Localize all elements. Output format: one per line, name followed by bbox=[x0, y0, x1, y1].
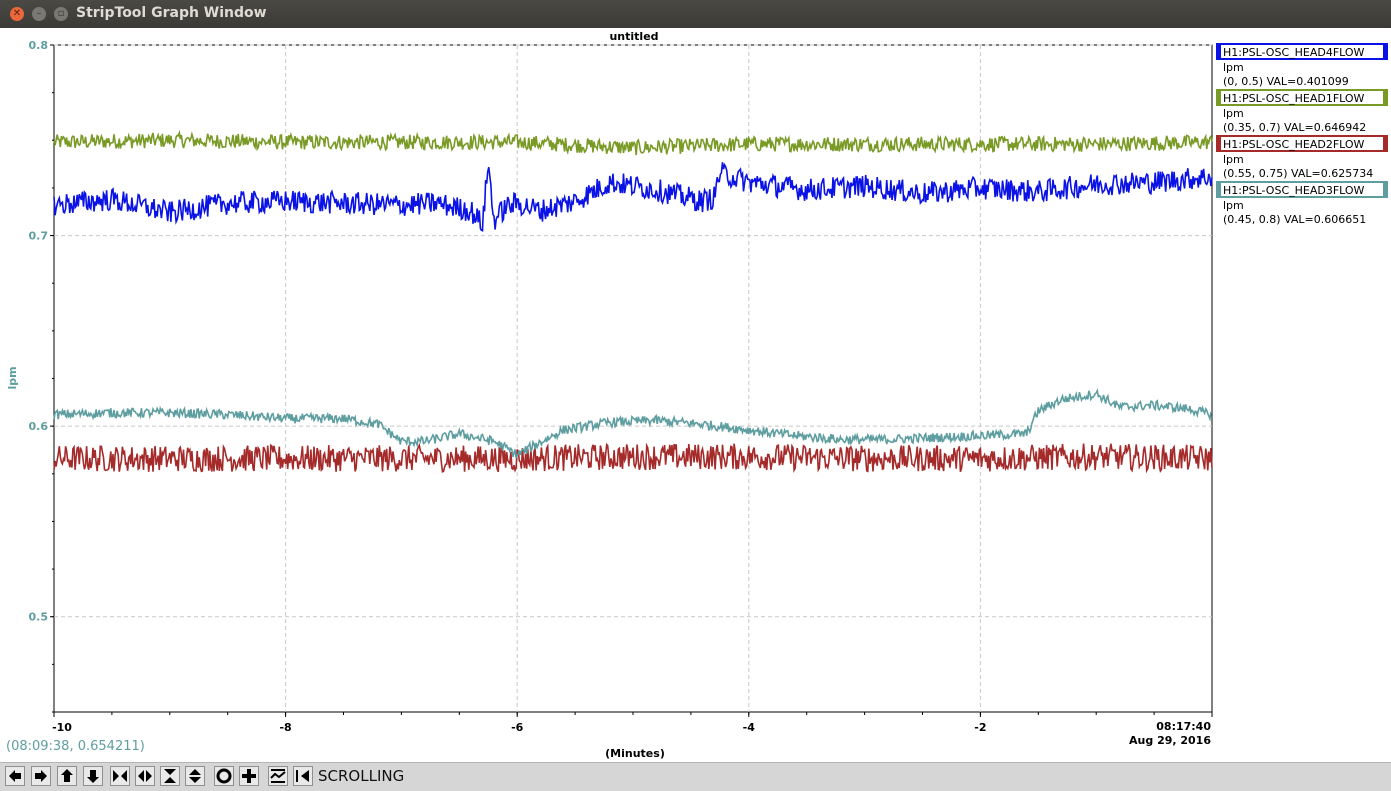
legend-units: lpm bbox=[1223, 199, 1244, 212]
scroll-left-icon[interactable] bbox=[5, 766, 25, 786]
y-tick-label: 0.5 bbox=[29, 611, 49, 624]
scroll-up-icon[interactable] bbox=[57, 766, 77, 786]
auto-scale-icon[interactable] bbox=[268, 766, 288, 786]
refresh-icon[interactable] bbox=[293, 766, 313, 786]
legend-color-swatch bbox=[1217, 136, 1221, 151]
maximize-icon[interactable]: ▫ bbox=[54, 7, 68, 21]
zoom-in-x-icon[interactable] bbox=[110, 766, 130, 786]
y-tick-label: 0.8 bbox=[29, 39, 49, 52]
minimize-icon[interactable]: – bbox=[32, 7, 46, 21]
x-tick-label: -8 bbox=[279, 721, 291, 734]
legend-range-value: (0.35, 0.7) VAL=0.646942 bbox=[1223, 121, 1366, 134]
window-title: StripTool Graph Window bbox=[76, 5, 267, 21]
legend-color-swatch bbox=[1217, 182, 1221, 197]
plot-title: untitled bbox=[609, 30, 658, 43]
legend-series-name[interactable]: H1:PSL-OSC_HEAD2FLOW bbox=[1223, 138, 1365, 151]
y-tick-label: 0.6 bbox=[29, 420, 49, 433]
legend-units: lpm bbox=[1223, 153, 1244, 166]
end-date: Aug 29, 2016 bbox=[1129, 734, 1211, 747]
x-tick-label: -2 bbox=[974, 721, 986, 734]
legend-color-swatch bbox=[1383, 182, 1387, 197]
legend-series-name[interactable]: H1:PSL-OSC_HEAD1FLOW bbox=[1223, 92, 1365, 105]
scroll-mode-label: SCROLLING bbox=[318, 767, 405, 785]
pan-icon[interactable] bbox=[239, 766, 259, 786]
legend-range-value: (0, 0.5) VAL=0.401099 bbox=[1223, 75, 1349, 88]
legend-series-name[interactable]: H1:PSL-OSC_HEAD3FLOW bbox=[1223, 184, 1365, 197]
scroll-right-icon[interactable] bbox=[31, 766, 51, 786]
end-time: 08:17:40 bbox=[1156, 720, 1211, 733]
x-tick-label: -4 bbox=[743, 721, 756, 734]
legend-range-value: (0.45, 0.8) VAL=0.606651 bbox=[1223, 213, 1366, 226]
zoom-out-y-icon[interactable] bbox=[185, 766, 205, 786]
x-tick-label: -6 bbox=[511, 721, 524, 734]
title-bar: ✕ – ▫ StripTool Graph Window bbox=[0, 0, 1391, 28]
cursor-readout: (08:09:38, 0.654211) bbox=[6, 739, 145, 754]
reset-icon[interactable] bbox=[214, 766, 234, 786]
close-icon[interactable]: ✕ bbox=[10, 7, 24, 21]
scroll-down-icon[interactable] bbox=[83, 766, 103, 786]
legend-color-swatch bbox=[1383, 90, 1387, 105]
legend-series-name[interactable]: H1:PSL-OSC_HEAD4FLOW bbox=[1223, 46, 1365, 59]
toolbar: SCROLLING bbox=[0, 762, 1391, 791]
legend-color-swatch bbox=[1383, 44, 1387, 59]
strip-chart[interactable]: untitled lpm 0.8 0.7 0.6 0.5 -10 -8 -6 -4 -2 (0… bbox=[0, 28, 1391, 762]
legend-color-swatch bbox=[1383, 136, 1387, 151]
x-axis-label: (Minutes) bbox=[605, 747, 665, 760]
zoom-out-x-icon[interactable] bbox=[135, 766, 155, 786]
x-tick-label: -10 bbox=[52, 721, 72, 734]
y-tick-label: 0.7 bbox=[29, 230, 49, 243]
y-axis-label: lpm bbox=[6, 366, 19, 389]
legend-range-value: (0.55, 0.75) VAL=0.625734 bbox=[1223, 167, 1373, 180]
zoom-in-y-icon[interactable] bbox=[160, 766, 180, 786]
legend-color-swatch bbox=[1217, 44, 1221, 59]
legend-units: lpm bbox=[1223, 61, 1244, 74]
legend-units: lpm bbox=[1223, 107, 1244, 120]
legend-color-swatch bbox=[1217, 90, 1221, 105]
